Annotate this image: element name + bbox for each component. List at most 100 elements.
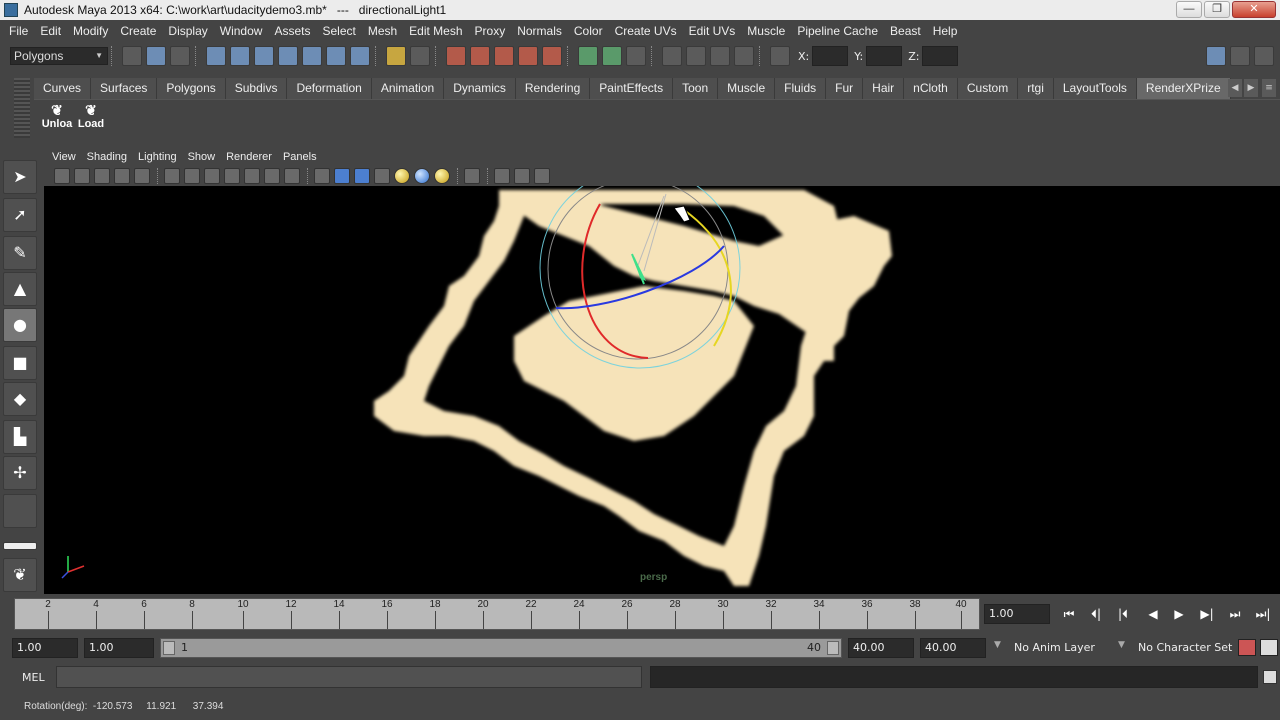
rotate-tool-icon[interactable]: ●: [3, 308, 37, 342]
render-view-icon[interactable]: [662, 46, 682, 66]
safe-action-icon[interactable]: [264, 168, 280, 184]
shelf-tab-animation[interactable]: Animation: [371, 78, 445, 99]
animation-start-field[interactable]: 1.00: [12, 638, 78, 658]
menu-assets[interactable]: Assets: [268, 24, 316, 38]
menu-edit-mesh[interactable]: Edit Mesh: [403, 24, 468, 38]
menu-create[interactable]: Create: [114, 24, 162, 38]
viewport-menu-panels[interactable]: Panels: [283, 151, 325, 163]
select-object-icon[interactable]: [230, 46, 250, 66]
shelf-scroll-left-icon[interactable]: ◀: [1228, 79, 1242, 97]
select-camera-icon[interactable]: [54, 168, 70, 184]
step-back-frame-icon[interactable]: ⏴|: [1085, 604, 1107, 624]
empty-tool-slot[interactable]: [3, 494, 37, 528]
shelf-tab-curves[interactable]: Curves: [34, 78, 92, 99]
y-field[interactable]: [866, 46, 903, 66]
menu-create-uvs[interactable]: Create UVs: [609, 24, 683, 38]
input-ops-icon[interactable]: [578, 46, 598, 66]
load-plugin-button[interactable]: ❦ Load: [74, 102, 108, 138]
xray-joints-icon[interactable]: [514, 168, 530, 184]
menu-edit[interactable]: Edit: [34, 24, 67, 38]
field-chart-icon[interactable]: [244, 168, 260, 184]
character-set-dropdown[interactable]: No Character Set: [1138, 641, 1232, 654]
menu-select[interactable]: Select: [316, 24, 361, 38]
menu-file[interactable]: File: [3, 24, 34, 38]
render-settings-icon[interactable]: [734, 46, 754, 66]
xray-components-icon[interactable]: [534, 168, 550, 184]
highlight-selection-icon[interactable]: [410, 46, 430, 66]
menu-pipeline-cache[interactable]: Pipeline Cache: [791, 24, 884, 38]
make-live-icon[interactable]: [542, 46, 562, 66]
tool-settings-icon[interactable]: [1230, 46, 1250, 66]
bookmarks-icon[interactable]: [94, 168, 110, 184]
shelf-tab-ncloth[interactable]: nCloth: [904, 78, 958, 99]
menu-color[interactable]: Color: [568, 24, 609, 38]
menu-normals[interactable]: Normals: [511, 24, 568, 38]
select-misc-icon[interactable]: [326, 46, 346, 66]
shelf-tab-deformation[interactable]: Deformation: [287, 78, 372, 99]
shelf-tab-fur[interactable]: Fur: [826, 78, 864, 99]
playback-start-field[interactable]: 1.00: [84, 638, 154, 658]
isolate-select-icon[interactable]: [464, 168, 480, 184]
command-language-label[interactable]: MEL: [22, 671, 45, 684]
viewport-menu-lighting[interactable]: Lighting: [138, 151, 185, 163]
mel-command-input[interactable]: [56, 666, 642, 688]
playback-end-field[interactable]: 40.00: [848, 638, 914, 658]
quick-layout-icon[interactable]: ❦: [3, 558, 37, 592]
shelf-menu-icon[interactable]: ≡: [1262, 79, 1276, 97]
help-query-icon[interactable]: [350, 46, 370, 66]
range-bar[interactable]: 1 40: [160, 638, 842, 658]
safe-title-icon[interactable]: [284, 168, 300, 184]
channel-box-icon[interactable]: [1254, 46, 1274, 66]
xray-icon[interactable]: [494, 168, 510, 184]
play-backwards-icon[interactable]: ◀: [1142, 604, 1164, 624]
wireframe-icon[interactable]: [314, 168, 330, 184]
shelf-tab-hair[interactable]: Hair: [863, 78, 905, 99]
paint-select-tool-icon[interactable]: ✎: [3, 236, 37, 270]
z-field[interactable]: [922, 46, 959, 66]
gate-mask-icon[interactable]: [224, 168, 240, 184]
shelf-tab-subdivs[interactable]: Subdivs: [225, 78, 288, 99]
high-quality-lighting-icon[interactable]: [434, 168, 450, 184]
ipr-render-icon[interactable]: [710, 46, 730, 66]
snap-curve-icon[interactable]: [470, 46, 490, 66]
shelf-tab-dynamics[interactable]: Dynamics: [444, 78, 516, 99]
shelf-tab-custom[interactable]: Custom: [957, 78, 1019, 99]
shadows-icon[interactable]: [414, 168, 430, 184]
menu-help[interactable]: Help: [927, 24, 964, 38]
resolution-gate-icon[interactable]: [204, 168, 220, 184]
grid-icon[interactable]: [164, 168, 180, 184]
time-ruler[interactable]: 2 4 6 8 10 12 14 16 18 20 22 24 26 28 30…: [14, 598, 980, 630]
select-by-type-icon[interactable]: [278, 46, 298, 66]
select-hierarchy-icon[interactable]: [206, 46, 226, 66]
script-editor-icon[interactable]: [1263, 670, 1277, 684]
select-tool-icon[interactable]: ➤: [3, 160, 37, 194]
maximize-button[interactable]: ❐: [1204, 1, 1230, 18]
close-button[interactable]: ✕: [1232, 1, 1276, 18]
shelf-tab-polygons[interactable]: Polygons: [157, 78, 226, 99]
smooth-shade-icon[interactable]: [334, 168, 350, 184]
menu-muscle[interactable]: Muscle: [741, 24, 791, 38]
shelf-tab-rendering[interactable]: Rendering: [515, 78, 591, 99]
x-field[interactable]: [812, 46, 849, 66]
image-plane-icon[interactable]: [114, 168, 130, 184]
viewport-menu-show[interactable]: Show: [188, 151, 224, 163]
transform-mode-icon[interactable]: [770, 46, 790, 66]
minimize-button[interactable]: —: [1176, 1, 1202, 18]
move-tool-icon[interactable]: ▲: [3, 272, 37, 306]
play-forwards-icon[interactable]: ▶: [1168, 604, 1190, 624]
range-end-handle[interactable]: [827, 641, 839, 655]
film-gate-icon[interactable]: [184, 168, 200, 184]
camera-attributes-icon[interactable]: [74, 168, 90, 184]
range-start-handle[interactable]: [163, 641, 175, 655]
menu-beast[interactable]: Beast: [884, 24, 927, 38]
construction-history-icon[interactable]: [626, 46, 646, 66]
save-scene-icon[interactable]: [170, 46, 190, 66]
menu-window[interactable]: Window: [214, 24, 269, 38]
shelf-tab-painteffects[interactable]: PaintEffects: [590, 78, 674, 99]
viewport-menu-renderer[interactable]: Renderer: [226, 151, 280, 163]
step-back-key-icon[interactable]: |⏴: [1112, 604, 1134, 624]
shelf-tab-muscle[interactable]: Muscle: [718, 78, 776, 99]
shelf-tab-rtgi[interactable]: rtgi: [1018, 78, 1054, 99]
shelf-tab-toon[interactable]: Toon: [673, 78, 719, 99]
menu-proxy[interactable]: Proxy: [469, 24, 512, 38]
